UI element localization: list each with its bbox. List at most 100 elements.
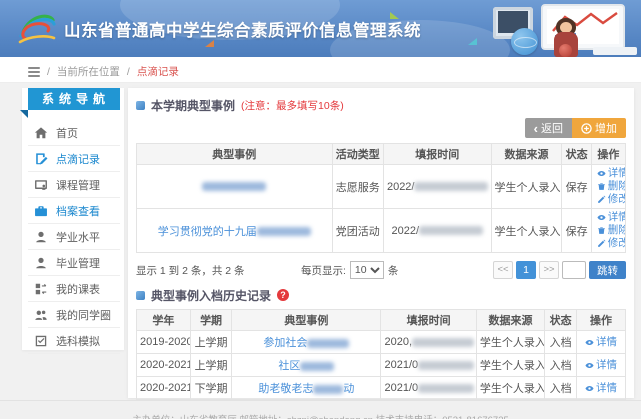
case-link[interactable]: 学习贯彻党的十九届 <box>158 226 311 238</box>
year-cell: 2020-2021 <box>137 354 191 377</box>
per-page-control: 每页显示: 10 条 <box>301 261 398 279</box>
delete-label: 删除 <box>608 180 626 193</box>
prev-page-button[interactable]: << <box>493 261 513 279</box>
back-button-label: 返回 <box>541 120 563 136</box>
case-text: 参加社会 <box>263 337 307 349</box>
redacted-text <box>313 385 343 394</box>
next-page-button[interactable]: >> <box>539 261 559 279</box>
date-text: 2022/ <box>391 225 419 237</box>
pencil-icon <box>597 239 606 248</box>
detail-link[interactable]: 详情 <box>580 382 622 395</box>
check-square-icon <box>34 334 48 348</box>
case-text: 助老敬老志 <box>258 383 313 395</box>
sidebar-item-label: 档案查看 <box>56 203 100 219</box>
breadcrumb-separator: / <box>47 66 50 78</box>
edit-link[interactable]: 修改 <box>597 237 622 250</box>
redacted-text <box>418 384 474 393</box>
sidebar-item-label: 毕业管理 <box>56 255 100 271</box>
section2-title: 典型事例入档历史记录 <box>151 287 271 304</box>
case-link[interactable] <box>202 181 266 193</box>
eye-icon <box>597 169 606 178</box>
sidebar-item-academic-level[interactable]: 学业水平 <box>28 224 120 250</box>
sidebar-item-classmates[interactable]: 我的同学圈 <box>28 302 120 328</box>
detail-link[interactable]: 详情 <box>580 359 622 372</box>
per-page-select[interactable]: 10 <box>350 261 384 279</box>
sidebar-item-timetable[interactable]: 我的课表 <box>28 276 120 302</box>
globe-icon <box>511 28 538 55</box>
breadcrumb-bar: / 当前所在位置 / 点滴记录 <box>0 57 641 83</box>
data-source-cell: 学生个人录入 <box>476 377 544 400</box>
breadcrumb: / 当前所在位置 / 点滴记录 <box>28 64 179 79</box>
activity-type-cell: 志愿服务 <box>332 165 383 209</box>
detail-link[interactable]: 详情 <box>580 336 622 349</box>
paper-stack <box>593 47 637 55</box>
status-cell: 保存 <box>562 165 591 209</box>
home-icon <box>34 126 48 140</box>
app-title: 山东省普通高中学生综合素质评价信息管理系统 <box>64 17 421 41</box>
add-button[interactable]: 增加 <box>572 118 626 138</box>
section1-title: 本学期典型事例 <box>151 97 235 114</box>
sidebar-item-courses[interactable]: 课程管理 <box>28 172 120 198</box>
column-header: 学年 <box>137 310 191 331</box>
column-header: 填报时间 <box>381 310 476 331</box>
jump-button[interactable]: 跳转 <box>589 261 626 279</box>
sidebar-item-label: 我的课表 <box>56 281 100 297</box>
column-header: 典型事例 <box>232 310 381 331</box>
table-row: 2020-2021 下学期 助老敬老志动 2021/0 学生个人录入 入档 详情 <box>137 377 626 400</box>
sidebar-item-archive[interactable]: 档案查看 <box>28 198 120 224</box>
eye-icon <box>597 213 606 222</box>
redacted-text <box>300 362 334 371</box>
case-link[interactable]: 参加社会 <box>263 337 349 349</box>
toolbar: ‹ 返回 增加 <box>136 118 626 138</box>
page: 山东省普通高中学生综合素质评价信息管理系统 <box>0 0 641 419</box>
paper-plane-icon <box>390 12 399 19</box>
delete-link[interactable]: 删除 <box>597 224 622 237</box>
sidebar-item-label: 点滴记录 <box>56 151 100 167</box>
app-header: 山东省普通高中学生综合素质评价信息管理系统 <box>0 0 641 57</box>
eye-icon <box>585 338 594 347</box>
breadcrumb-current: 点滴记录 <box>137 64 179 79</box>
sidebar-title: 系统导航 <box>28 88 120 110</box>
detail-link[interactable]: 详情 <box>597 211 622 224</box>
jump-page-input[interactable] <box>562 261 586 279</box>
redacted-text <box>418 361 474 370</box>
detail-link[interactable]: 详情 <box>597 167 622 180</box>
sidebar-item-subject-simulation[interactable]: 选科模拟 <box>28 328 120 354</box>
people-icon <box>34 308 48 322</box>
pencil-icon <box>597 195 606 204</box>
redacted-text <box>257 227 311 236</box>
date-text: 2021/0 <box>384 382 418 394</box>
current-page-button[interactable]: 1 <box>516 261 536 279</box>
hamburger-icon[interactable] <box>28 65 40 79</box>
main-panel: 本学期典型事例 (注意：最多填写10条) ‹ 返回 增加 典型事例 活动类型 填… <box>128 88 634 398</box>
sidebar-item-records[interactable]: 点滴记录 <box>28 146 120 172</box>
trash-icon <box>597 226 606 235</box>
report-date-cell: 2021/0 <box>381 354 476 377</box>
detail-label: 详情 <box>596 359 617 372</box>
back-button[interactable]: ‹ 返回 <box>525 118 572 138</box>
case-link[interactable]: 社区 <box>278 360 334 372</box>
case-link[interactable]: 助老敬老志 动 <box>258 383 354 395</box>
case-text: 学习贯彻党的十九届 <box>158 226 257 238</box>
redacted-text <box>419 226 483 235</box>
sidebar-item-home[interactable]: 首页 <box>28 120 120 146</box>
course-board-icon <box>34 178 48 192</box>
briefcase-icon <box>34 204 48 218</box>
delete-link[interactable]: 删除 <box>597 180 622 193</box>
eye-icon <box>585 361 594 370</box>
column-header: 数据来源 <box>476 310 544 331</box>
term-cell: 上学期 <box>190 331 232 354</box>
actions-cell: 详情 删除 修改 <box>591 209 625 253</box>
table-row: 2019-2020 上学期 参加社会 2020, 学生个人录入 入档 详情 <box>137 331 626 354</box>
edit-link[interactable]: 修改 <box>597 193 622 206</box>
pagination-bar: 显示 1 到 2 条，共 2 条 每页显示: 10 条 << 1 >> 跳转 <box>136 260 626 280</box>
help-icon[interactable]: ? <box>277 289 289 301</box>
section-bullet-icon <box>136 101 145 110</box>
section1-header: 本学期典型事例 (注意：最多填写10条) <box>136 96 626 114</box>
date-text: 2021/0 <box>384 359 418 371</box>
term-cell: 上学期 <box>190 354 232 377</box>
sidebar-item-graduation[interactable]: 毕业管理 <box>28 250 120 276</box>
data-source-cell: 学生个人录入 <box>476 331 544 354</box>
case-text: 动 <box>343 383 354 395</box>
report-date-cell: 2020, <box>381 331 476 354</box>
